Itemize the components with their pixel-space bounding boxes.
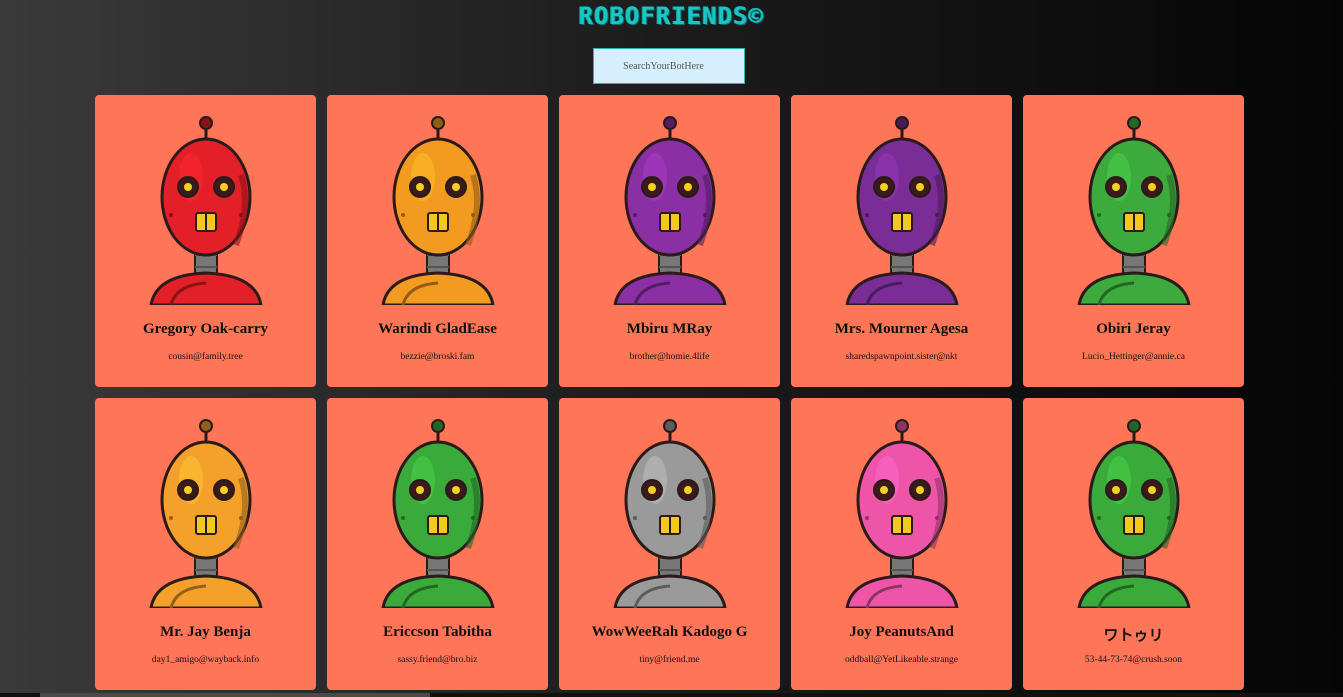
robot-card[interactable]: Warindi GladEase bezzie@broski.fam (327, 95, 548, 387)
gray-robot-icon (612, 419, 727, 608)
robot-email: tiny@friend.me (639, 655, 700, 665)
robot-card[interactable]: Obiri Jeray Lucio_Hettinger@annie.ca (1023, 95, 1244, 387)
robot-name: Mrs. Mourner Agesa (834, 321, 969, 337)
green-robot-icon (1076, 419, 1191, 608)
robot-card[interactable]: ワトゥリ 53-44-73-74@crush.soon (1023, 398, 1244, 690)
robot-card[interactable]: Mbiru MRay brother@homie.4life (559, 95, 780, 387)
purple-robot-icon (612, 116, 727, 305)
robot-name: Gregory Oak-carry (142, 321, 269, 337)
robot-name: ワトゥリ (1103, 628, 1164, 644)
robot-email: Lucio_Hettinger@annie.ca (1082, 352, 1185, 362)
robot-name: Warindi GladEase (378, 321, 497, 337)
robot-email: bezzie@broski.fam (400, 352, 475, 362)
robot-name: Ericcson Tabitha (383, 624, 492, 640)
orange-robot-icon (148, 419, 263, 608)
search-input[interactable] (593, 48, 745, 84)
robot-email: cousin@family.tree (168, 352, 243, 362)
robot-card[interactable]: Mrs. Mourner Agesa sharedspawnpoint.sist… (791, 95, 1012, 387)
robot-name: Mr. Jay Benja (160, 624, 251, 640)
pink-robot-icon (844, 419, 959, 608)
robot-card[interactable]: Ericcson Tabitha sassy.friend@bro.biz (327, 398, 548, 690)
robot-card[interactable]: Gregory Oak-carry cousin@family.tree (95, 95, 316, 387)
robot-card-grid: Gregory Oak-carry cousin@family.tree War… (95, 95, 1244, 690)
robot-name: WowWeeRah Kadogo G (591, 624, 748, 640)
horizontal-scrollbar[interactable] (0, 693, 1343, 697)
robot-card[interactable]: Joy PeanutsAnd oddball@YetLikeable.stran… (791, 398, 1012, 690)
purple-robot-icon (844, 116, 959, 305)
robot-email: brother@homie.4life (629, 352, 710, 362)
robot-email: oddball@YetLikeable.strange (844, 655, 959, 665)
robot-card[interactable]: WowWeeRah Kadogo G tiny@friend.me (559, 398, 780, 690)
orange-robot-icon (380, 116, 495, 305)
scrollbar-thumb[interactable] (40, 693, 430, 697)
robot-name: Obiri Jeray (1096, 321, 1171, 337)
robot-email: sharedspawnpoint.sister@nkt (845, 352, 958, 362)
robot-card[interactable]: Mr. Jay Benja day1_amigo@wayback.info (95, 398, 316, 690)
robot-name: Joy PeanutsAnd (849, 624, 954, 640)
green-robot-icon (380, 419, 495, 608)
robot-name: Mbiru MRay (626, 321, 713, 337)
robot-email: 53-44-73-74@crush.soon (1084, 655, 1183, 665)
green-robot-icon (1076, 116, 1191, 305)
app-title: ROBOFRIENDS© (578, 2, 765, 30)
red-robot-icon (148, 116, 263, 305)
robot-email: sassy.friend@bro.biz (397, 655, 478, 665)
robot-email: day1_amigo@wayback.info (151, 655, 260, 665)
